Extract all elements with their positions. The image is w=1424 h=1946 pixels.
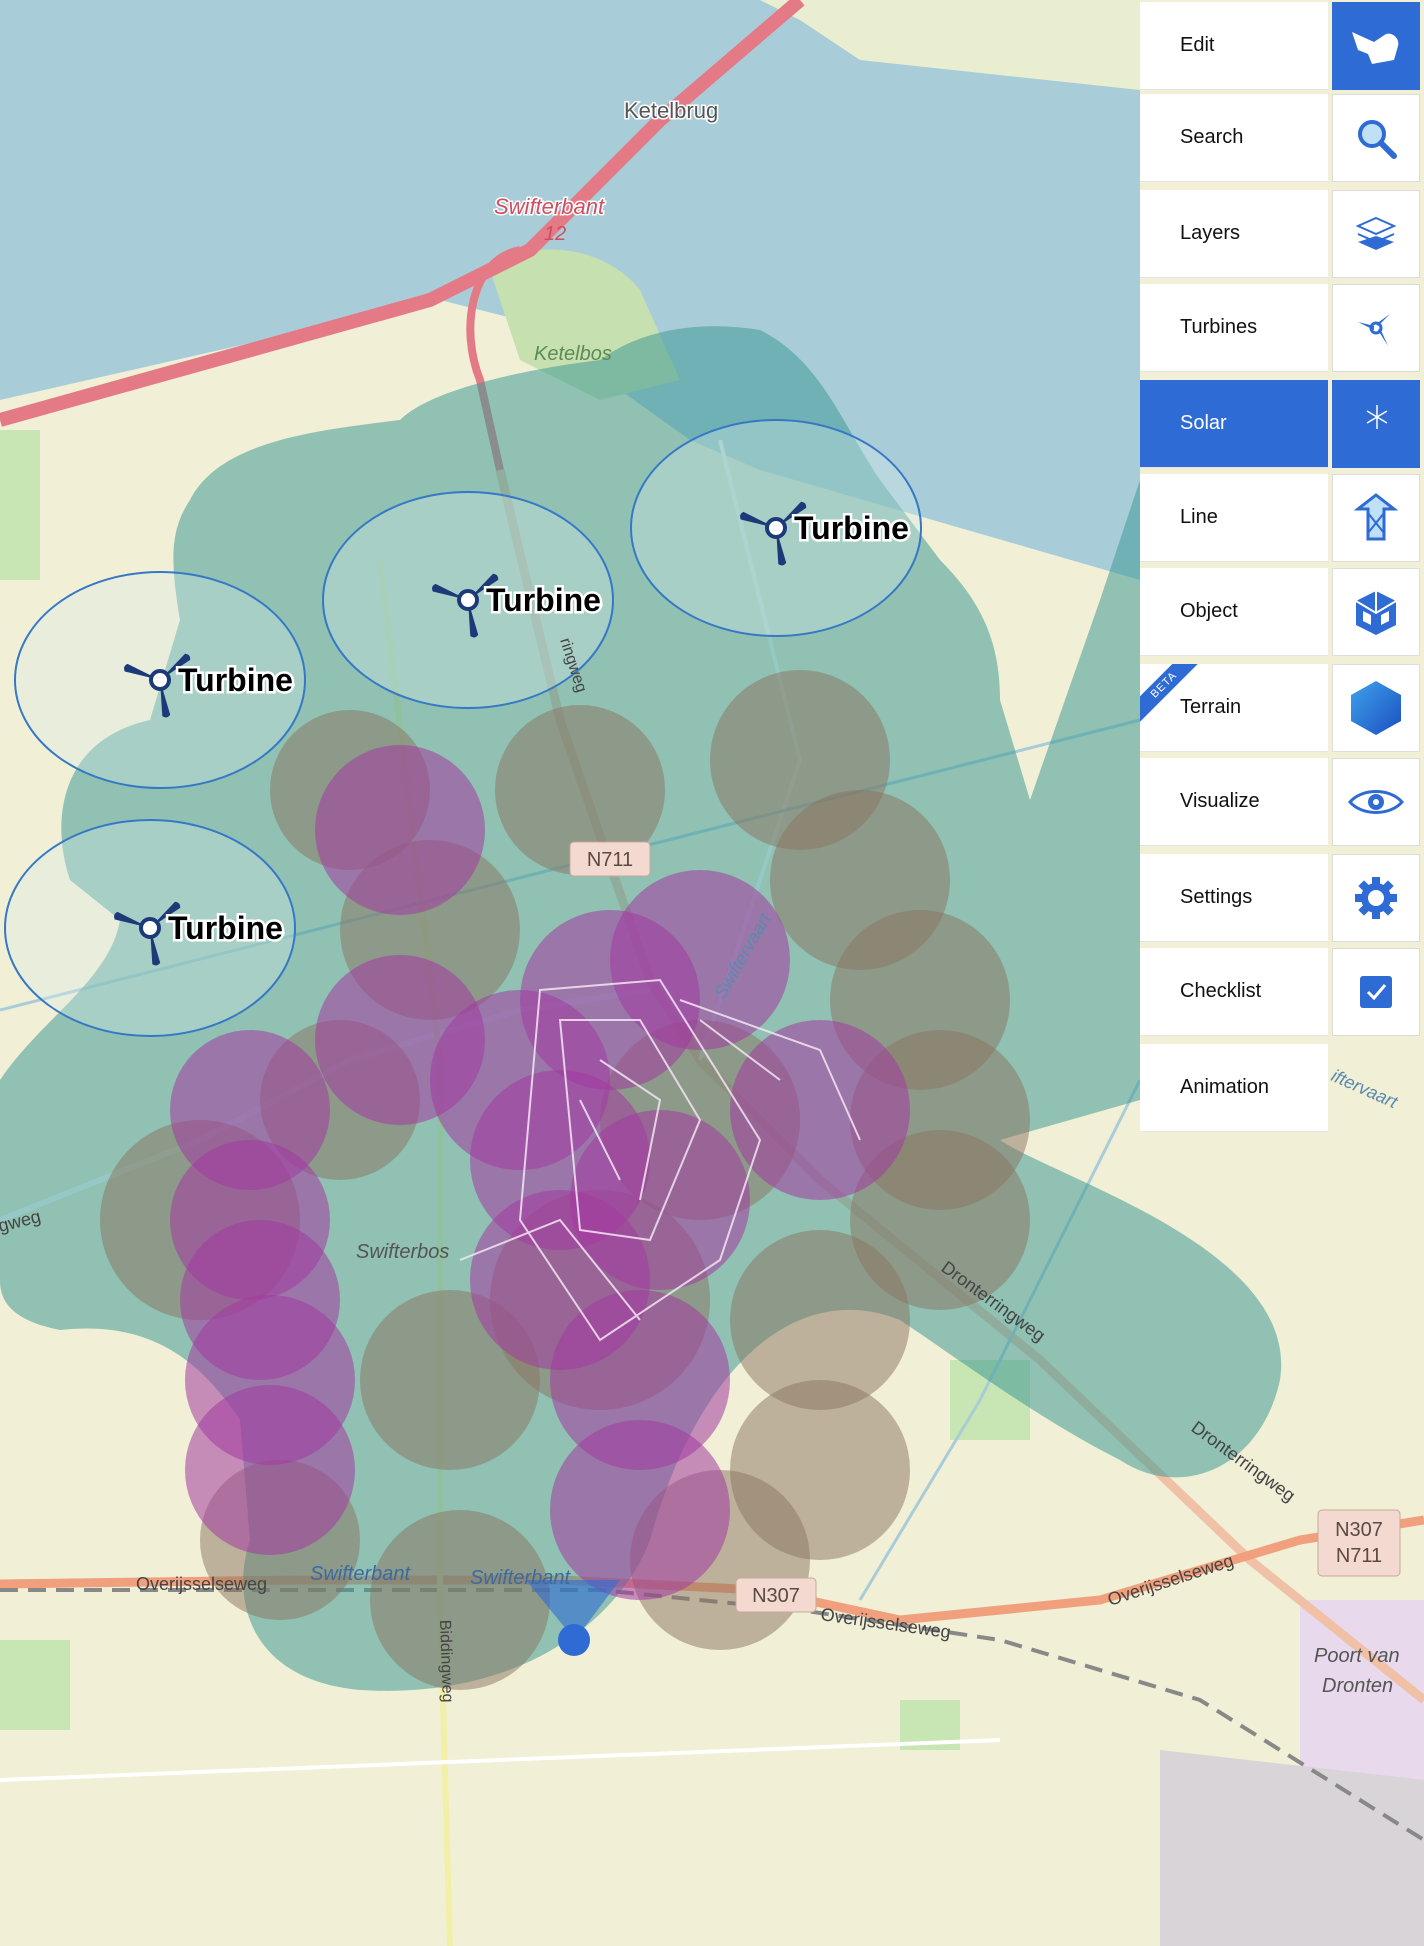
hexagon-terrain-icon[interactable] bbox=[1332, 664, 1420, 752]
place-label-ketelbos: Ketelbos bbox=[534, 343, 612, 365]
current-location-dot[interactable] bbox=[558, 1624, 590, 1656]
exit-number-label: 12 bbox=[544, 223, 566, 245]
turbine-icon[interactable] bbox=[1332, 284, 1420, 372]
turbine-hub-icon bbox=[139, 917, 161, 939]
menu-item-text: Line bbox=[1180, 506, 1218, 528]
layers-icon[interactable] bbox=[1332, 190, 1420, 278]
menu-item-visualize[interactable]: Visualize bbox=[1140, 758, 1424, 846]
menu-item-label[interactable]: Search bbox=[1140, 94, 1328, 182]
menu-item-search[interactable]: Search bbox=[1140, 94, 1424, 182]
svg-text:N307: N307 bbox=[1335, 1519, 1383, 1541]
menu-item-label[interactable]: Turbines bbox=[1140, 284, 1328, 372]
menu-item-checklist[interactable]: Checklist bbox=[1140, 948, 1424, 1036]
turbine-label: Turbine bbox=[486, 582, 601, 618]
menu-item-label[interactable]: Visualize bbox=[1140, 758, 1328, 846]
menu-item-text: Turbines bbox=[1180, 316, 1258, 338]
menu-item-label[interactable]: Settings bbox=[1140, 854, 1328, 942]
svg-text:N307: N307 bbox=[752, 1585, 800, 1607]
place-label-poort-van: Poort van bbox=[1314, 1645, 1400, 1667]
station-label: Swifterbant bbox=[470, 1567, 571, 1589]
menu-item-text: Search bbox=[1180, 126, 1244, 148]
menu-item-label[interactable]: Layers bbox=[1140, 190, 1328, 278]
turbine-hub-icon bbox=[149, 669, 171, 691]
menu-item-text: Visualize bbox=[1180, 790, 1260, 812]
pylon-line-icon[interactable] bbox=[1332, 474, 1420, 562]
menu-item-solar[interactable]: Solar bbox=[1140, 380, 1424, 468]
hand-pointer-icon[interactable] bbox=[1332, 2, 1420, 90]
field-green bbox=[0, 1640, 70, 1730]
road-label-overijsselseweg: Overijsselseweg bbox=[136, 1574, 267, 1594]
menu-item-line[interactable]: Line bbox=[1140, 474, 1424, 562]
turbine-label: Turbine bbox=[168, 910, 283, 946]
turbine-label: Turbine bbox=[178, 662, 293, 698]
dronten-residential bbox=[1160, 1750, 1424, 1946]
menu-item-text: Solar bbox=[1180, 412, 1227, 434]
cube-object-icon[interactable] bbox=[1332, 568, 1420, 656]
menu-item-label[interactable]: Terrain BETA bbox=[1140, 664, 1328, 752]
menu-item-layers[interactable]: Layers bbox=[1140, 190, 1424, 278]
menu-item-edit[interactable]: Edit bbox=[1140, 2, 1424, 90]
road-label-biddingweg: Biddingweg bbox=[436, 1620, 456, 1703]
svg-text:N711: N711 bbox=[1336, 1545, 1382, 1567]
menu-item-text: Layers bbox=[1180, 222, 1241, 244]
menu-item-text: Object bbox=[1180, 600, 1238, 622]
search-icon[interactable] bbox=[1332, 94, 1420, 182]
menu-item-settings[interactable]: Settings bbox=[1140, 854, 1424, 942]
menu-item-label[interactable]: Solar bbox=[1140, 380, 1328, 468]
gear-icon[interactable] bbox=[1332, 854, 1420, 942]
turbine-label: Turbine bbox=[794, 510, 909, 546]
menu-item-text: Checklist bbox=[1180, 980, 1262, 1002]
solar-panel-icon[interactable] bbox=[1332, 380, 1420, 468]
menu-item-label[interactable]: Animation bbox=[1140, 1044, 1328, 1132]
menu-item-animation[interactable]: Animation bbox=[1140, 1044, 1424, 1132]
turbine-hub-icon bbox=[765, 517, 787, 539]
place-label-dronten: Dronten bbox=[1322, 1675, 1393, 1697]
station-label: Swifterbant bbox=[310, 1563, 411, 1585]
menu-item-label[interactable]: Edit bbox=[1140, 2, 1328, 90]
menu-item-text: Animation bbox=[1180, 1076, 1269, 1098]
menu-item-text: Edit bbox=[1180, 34, 1215, 56]
svg-text:N711: N711 bbox=[587, 849, 633, 871]
menu-item-object[interactable]: Object bbox=[1140, 568, 1424, 656]
menu-item-text: Settings bbox=[1180, 886, 1253, 908]
toolbar-menu: Edit Search Layers Turbines Solar Line Object T… bbox=[1140, 0, 1424, 1134]
menu-item-terrain[interactable]: Terrain BETA bbox=[1140, 664, 1424, 752]
road-shield-n307: N307 bbox=[735, 1577, 817, 1613]
menu-item-turbines[interactable]: Turbines bbox=[1140, 284, 1424, 372]
turbine-hub-icon bbox=[457, 589, 479, 611]
road-shield-n711: N711 bbox=[569, 841, 651, 877]
eye-visualize-icon[interactable] bbox=[1332, 758, 1420, 846]
place-label-swifterbant-exit: Swifterbant bbox=[494, 194, 605, 219]
menu-item-label[interactable]: Object bbox=[1140, 568, 1328, 656]
menu-item-text: Terrain bbox=[1180, 696, 1242, 718]
field-green bbox=[0, 430, 40, 580]
place-label-ketelbrug: Ketelbrug bbox=[624, 98, 718, 123]
road-shield-n307-n711: N307 N711 bbox=[1317, 1509, 1401, 1577]
menu-item-label[interactable]: Checklist bbox=[1140, 948, 1328, 1036]
place-label-swifterbos: Swifterbos bbox=[356, 1241, 449, 1263]
menu-item-label[interactable]: Line bbox=[1140, 474, 1328, 562]
checkbox-icon[interactable] bbox=[1332, 948, 1420, 1036]
